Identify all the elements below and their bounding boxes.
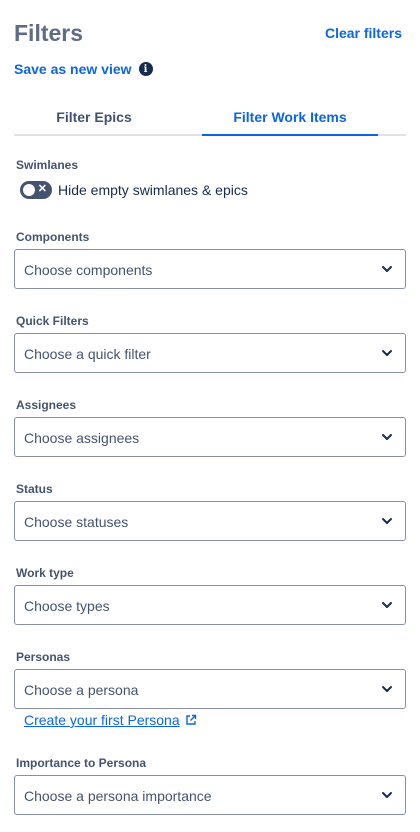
work-type-label: Work type bbox=[16, 566, 74, 580]
save-as-new-view-link[interactable]: Save as new view bbox=[14, 61, 132, 77]
tab-filter-work-items[interactable]: Filter Work Items bbox=[202, 100, 378, 136]
work-type-placeholder: Choose types bbox=[24, 598, 110, 614]
chevron-down-icon bbox=[382, 434, 392, 440]
info-icon[interactable]: i bbox=[138, 62, 153, 76]
quick-filters-placeholder: Choose a quick filter bbox=[24, 346, 151, 362]
components-select[interactable]: Choose components bbox=[14, 249, 406, 289]
personas-placeholder: Choose a persona bbox=[24, 682, 139, 698]
status-label: Status bbox=[16, 482, 53, 496]
swimlanes-toggle-row: ✕ Hide empty swimlanes & epics bbox=[20, 181, 248, 199]
toggle-label: Hide empty swimlanes & epics bbox=[58, 182, 248, 198]
chevron-down-icon bbox=[382, 686, 392, 692]
chevron-down-icon bbox=[382, 350, 392, 356]
personas-select[interactable]: Choose a persona bbox=[14, 669, 406, 709]
create-persona-link-text[interactable]: Create your first Persona bbox=[24, 712, 180, 728]
page-title: Filters bbox=[14, 20, 84, 46]
chevron-down-icon bbox=[382, 518, 392, 524]
work-type-select[interactable]: Choose types bbox=[14, 585, 406, 625]
toggle-knob bbox=[23, 184, 35, 196]
importance-to-persona-placeholder: Choose a persona importance bbox=[24, 788, 212, 804]
external-link-icon bbox=[185, 714, 196, 725]
hide-empty-swimlanes-toggle[interactable]: ✕ bbox=[20, 181, 52, 199]
assignees-label: Assignees bbox=[16, 398, 77, 412]
quick-filters-select[interactable]: Choose a quick filter bbox=[14, 333, 406, 373]
swimlanes-label: Swimlanes bbox=[16, 158, 79, 172]
tab-filter-epics[interactable]: Filter Epics bbox=[14, 100, 174, 134]
chevron-down-icon bbox=[382, 602, 392, 608]
components-placeholder: Choose components bbox=[24, 262, 153, 278]
status-placeholder: Choose statuses bbox=[24, 514, 129, 530]
assignees-placeholder: Choose assignees bbox=[24, 430, 140, 446]
assignees-select[interactable]: Choose assignees bbox=[14, 417, 406, 457]
create-persona-link[interactable]: Create your first Persona bbox=[24, 712, 197, 728]
filter-tabs: Filter Epics Filter Work Items bbox=[14, 100, 406, 136]
importance-to-persona-label: Importance to Persona bbox=[16, 756, 147, 770]
clear-filters-link[interactable]: Clear filters bbox=[325, 25, 402, 41]
chevron-down-icon bbox=[382, 792, 392, 798]
importance-to-persona-select[interactable]: Choose a persona importance bbox=[14, 775, 406, 815]
personas-label: Personas bbox=[16, 650, 71, 664]
close-icon: ✕ bbox=[37, 183, 47, 195]
components-label: Components bbox=[16, 230, 90, 244]
status-select[interactable]: Choose statuses bbox=[14, 501, 406, 541]
save-view-row: Save as new view i bbox=[14, 61, 153, 77]
filters-header: Filters Clear filters bbox=[14, 20, 402, 50]
chevron-down-icon bbox=[382, 266, 392, 272]
quick-filters-label: Quick Filters bbox=[16, 314, 89, 328]
